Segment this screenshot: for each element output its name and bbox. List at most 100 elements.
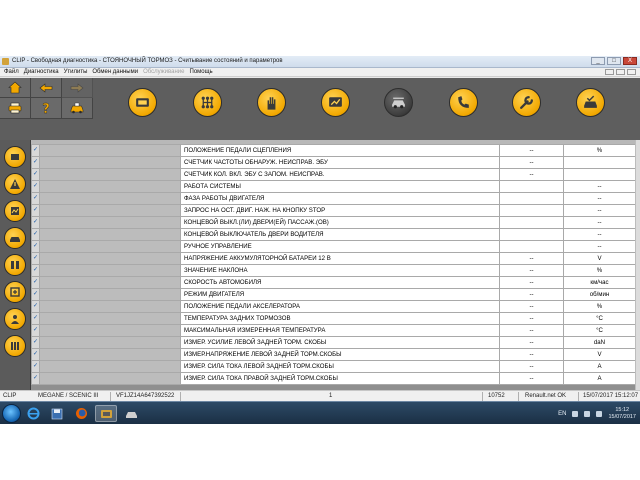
maximize-button[interactable]: □ [607, 57, 621, 65]
row-id [39, 252, 181, 265]
table-row[interactable]: ✓ ТЕМПЕРАТУРА ЗАДНИХ ТОРМОЗОВ -- °C [31, 312, 635, 325]
row-checkbox[interactable]: ✓ [31, 288, 40, 301]
toolbar: ? [0, 78, 640, 140]
start-button[interactable] [2, 404, 21, 423]
ecu-button[interactable] [128, 88, 157, 117]
gearbox-button[interactable] [193, 88, 222, 117]
row-checkbox[interactable]: ✓ [31, 336, 40, 349]
volume-icon[interactable] [596, 410, 603, 417]
sidebar-vehicle-button[interactable] [4, 227, 26, 249]
row-value: -- [499, 300, 564, 313]
menu-data-exchange[interactable]: Обмен данными [92, 68, 138, 76]
table-row[interactable]: ✓ РЕЖИМ ДВИГАТЕЛЯ -- об/мин [31, 288, 635, 301]
flag-icon[interactable] [572, 410, 579, 417]
close-button[interactable]: X [623, 57, 637, 65]
row-checkbox[interactable]: ✓ [31, 300, 40, 313]
sidebar-faults-button[interactable] [4, 173, 26, 195]
row-unit: -- [563, 192, 635, 205]
row-parameter-name: ПОЛОЖЕНИЕ ПЕДАЛИ СЦЕПЛЕНИЯ [180, 144, 500, 157]
table-row[interactable]: ✓ ИЗМЕР. СИЛА ТОКА ПРАВОЙ ЗАДНЕЙ ТОРМ.СКО… [31, 372, 635, 385]
vertical-scrollbar[interactable] [635, 140, 640, 404]
sidebar-settings-button[interactable] [4, 335, 26, 357]
table-row[interactable]: ✓ ИЗМЕР.НАПРЯЖЕНИЕ ЛЕВОЙ ЗАДНЕЙ ТОРМ.СКОБ… [31, 348, 635, 361]
taskbar-diag[interactable] [120, 405, 142, 422]
sidebar-actuators-button[interactable] [4, 254, 26, 276]
table-row[interactable]: ✓ ИЗМЕР. СИЛА ТОКА ЛЕВОЙ ЗАДНЕЙ ТОРМ.СКОБ… [31, 360, 635, 373]
language-indicator[interactable]: EN [558, 411, 566, 417]
tray-date: 15/07/2017 [608, 413, 636, 420]
row-id [39, 204, 181, 217]
table-row[interactable]: ✓ СЧЕТЧИК ЧАСТОТЫ ОБНАРУЖ. НЕИСПРАВ. ЭБУ -… [31, 156, 635, 169]
menu-help[interactable]: Помощь [190, 68, 213, 76]
row-checkbox[interactable]: ✓ [31, 324, 40, 337]
help-button[interactable]: ? [31, 98, 62, 119]
row-value: -- [499, 276, 564, 289]
car-check-icon [584, 95, 597, 108]
menu-diagnostics[interactable]: Диагностика [24, 68, 59, 76]
wrench-button[interactable] [512, 88, 541, 117]
sidebar-ecu-list-button[interactable] [4, 146, 26, 168]
child-close-button[interactable] [627, 69, 636, 75]
table-row[interactable]: ✓ РУЧНОЕ УПРАВЛЕНИЕ -- [31, 240, 635, 253]
table-row[interactable]: ✓ МАКСИМАЛЬНАЯ ИЗМЕРЕННАЯ ТЕМПЕРАТУРА -- °C [31, 324, 635, 337]
vehicle-button[interactable] [62, 98, 93, 119]
tray-time: 15:12 [615, 406, 630, 413]
child-restore-button[interactable] [616, 69, 625, 75]
network-tray-icon[interactable] [584, 410, 591, 417]
taskbar-firefox[interactable] [70, 405, 92, 422]
phone-car-button[interactable] [449, 88, 478, 117]
row-checkbox[interactable]: ✓ [31, 372, 40, 385]
forward-button[interactable] [62, 78, 93, 98]
hand-button[interactable] [257, 88, 286, 117]
row-checkbox[interactable]: ✓ [31, 312, 40, 325]
row-checkbox[interactable]: ✓ [31, 144, 40, 157]
brake-button[interactable] [384, 88, 413, 117]
row-checkbox[interactable]: ✓ [31, 180, 40, 193]
home-button[interactable] [0, 78, 31, 98]
row-checkbox[interactable]: ✓ [31, 264, 40, 277]
row-checkbox[interactable]: ✓ [31, 276, 40, 289]
table-row[interactable]: ✓ ФАЗА РАБОТЫ ДВИГАТЕЛЯ -- [31, 192, 635, 205]
car-check-button[interactable] [576, 88, 605, 117]
tray-clock[interactable]: 15:12 15/07/2017 [608, 407, 636, 421]
row-id [39, 192, 181, 205]
sidebar-parameters-button[interactable] [4, 200, 26, 222]
row-checkbox[interactable]: ✓ [31, 216, 40, 229]
row-checkbox[interactable]: ✓ [31, 204, 40, 217]
row-checkbox[interactable]: ✓ [31, 228, 40, 241]
row-checkbox[interactable]: ✓ [31, 252, 40, 265]
table-row[interactable]: ✓ ЗНАЧЕНИЕ НАКЛОНА --% [31, 264, 635, 277]
table-row[interactable]: ✓ КОНЦЕВОЙ ВЫКЛЮЧАТЕЛЬ ДВЕРИ ВОДИТЕЛЯ -- [31, 228, 635, 241]
sidebar-config-button[interactable] [4, 281, 26, 303]
minimize-button[interactable]: _ [591, 57, 605, 65]
home-icon [8, 81, 22, 94]
actuators-icon [11, 261, 19, 269]
row-checkbox[interactable]: ✓ [31, 192, 40, 205]
print-button[interactable] [0, 98, 31, 119]
menu-file[interactable]: Файл [4, 68, 19, 76]
arrow-right-icon [70, 82, 84, 93]
row-checkbox[interactable]: ✓ [31, 168, 40, 181]
row-checkbox[interactable]: ✓ [31, 156, 40, 169]
row-checkbox[interactable]: ✓ [31, 360, 40, 373]
sidebar-network-button[interactable] [4, 308, 26, 330]
table-row[interactable]: ✓ КОНЦЕВОЙ ВЫКЛ.(ЛИ) ДВЕРИ(ЕЙ) ПАССАЖ.(ОВ… [31, 216, 635, 229]
display-button[interactable] [321, 88, 350, 117]
taskbar-save[interactable] [46, 405, 68, 422]
table-row[interactable]: ✓ ПОЛОЖЕНИЕ ПЕДАЛИ СЦЕПЛЕНИЯ --% [31, 144, 635, 157]
table-row[interactable]: ✓ ЗАПРОС НА ОСТ. ДВИГ. НАЖ. НА КНОПКУ STO… [31, 204, 635, 217]
row-checkbox[interactable]: ✓ [31, 240, 40, 253]
taskbar-clip[interactable] [95, 405, 117, 422]
taskbar-ie[interactable] [22, 405, 44, 422]
row-checkbox[interactable]: ✓ [31, 348, 40, 361]
table-row[interactable]: ✓ СЧЕТЧИК КОЛ. ВКЛ. ЭБУ С ЗАПОМ. НЕИСПРАВ… [31, 168, 635, 181]
table-row[interactable]: ✓ РАБОТА СИСТЕМЫ -- [31, 180, 635, 193]
menu-utilities[interactable]: Утилиты [64, 68, 88, 76]
table-row[interactable]: ✓ ИЗМЕР. УСИЛИЕ ЛЕВОЙ ЗАДНЕЙ ТОРМ. СКОБЫ -… [31, 336, 635, 349]
child-minimize-button[interactable] [605, 69, 614, 75]
table-row[interactable]: ✓ ПОЛОЖЕНИЕ ПЕДАЛИ АКСЕЛЕРАТОРА --% [31, 300, 635, 313]
table-row[interactable]: ✓ СКОРОСТЬ АВТОМОБИЛЯ -- км/час [31, 276, 635, 289]
back-button[interactable] [31, 78, 62, 98]
table-row[interactable]: ✓ НАПРЯЖЕНИЕ АККУМУЛЯТОРНОЙ БАТАРЕИ 12 В-… [31, 252, 635, 265]
network-icon [11, 315, 19, 324]
